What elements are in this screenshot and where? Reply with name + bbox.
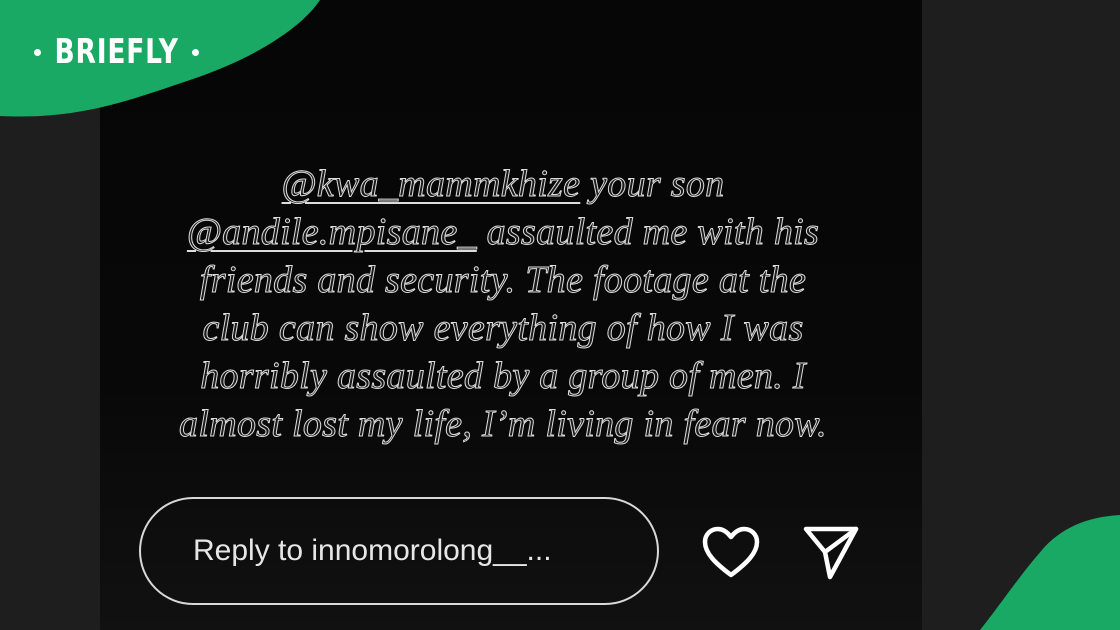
story-line-3: friends and security. The footage at the bbox=[199, 259, 807, 302]
story-text: @kwa_mammkhize your son @andile.mpisane_… bbox=[0, 160, 1006, 448]
story-line-6: almost lost my life, I’m living in fear … bbox=[179, 403, 828, 446]
story-text-segment: assaulted me with his bbox=[476, 211, 820, 254]
logo-dot-right bbox=[192, 48, 200, 56]
story-text-segment: your son bbox=[580, 163, 725, 206]
story-line-5: horribly assaulted by a group of men. I bbox=[200, 355, 806, 398]
share-button[interactable] bbox=[800, 521, 862, 583]
logo-dot-left bbox=[34, 48, 41, 56]
send-icon bbox=[803, 526, 859, 580]
screenshot-stage: @kwa_mammkhize your son @andile.mpisane_… bbox=[0, 0, 1120, 630]
heart-icon bbox=[702, 526, 760, 578]
story-line-2: @andile.mpisane_ assaulted me with his bbox=[0, 208, 1006, 256]
reply-placeholder: Reply to innomorolong__... bbox=[193, 534, 552, 567]
mention-link[interactable]: @kwa_mammkhize bbox=[281, 163, 580, 206]
story-line-4: club can show everything of how I was bbox=[202, 307, 804, 350]
story-line-1: @kwa_mammkhize your son bbox=[0, 160, 1006, 208]
logo-text: BRIEFLY bbox=[54, 32, 179, 72]
briefly-logo: BRIEFLY bbox=[34, 32, 200, 72]
like-button[interactable] bbox=[700, 521, 762, 583]
reply-input[interactable]: Reply to innomorolong__... bbox=[139, 497, 659, 605]
mention-link[interactable]: @andile.mpisane_ bbox=[186, 211, 477, 254]
brand-corner-shape bbox=[980, 515, 1120, 630]
